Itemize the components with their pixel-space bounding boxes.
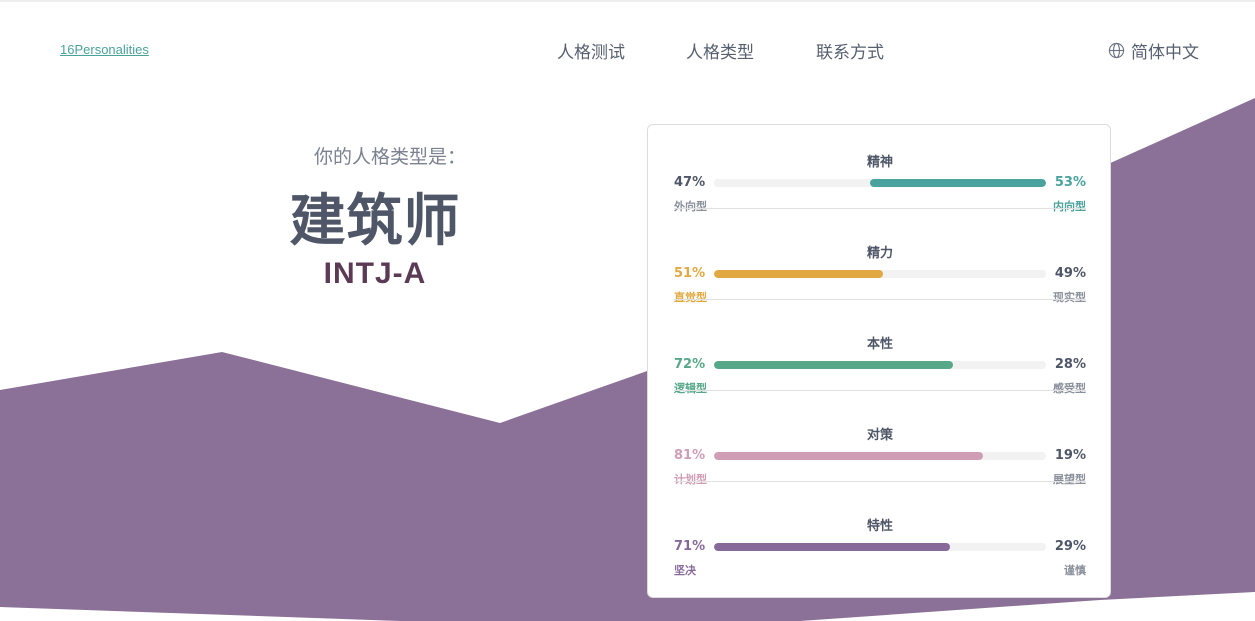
- nav-item-tests[interactable]: 人格测试: [557, 38, 625, 63]
- trait-bar: [714, 452, 1046, 460]
- result-hero: 你的人格类型是： 建筑师 INTJ-A: [250, 142, 500, 291]
- trait-bar: [714, 270, 1046, 278]
- trait-mind: 精神 47% 53% 外向型 内向型: [674, 125, 1086, 215]
- trait-right-label: 展望型: [1053, 473, 1086, 486]
- trait-bar-fill: [714, 452, 983, 460]
- page: 16Personalities 人格测试 人格类型 联系方式 简体中文 你的人格…: [0, 0, 1255, 621]
- trait-card: 精神 47% 53% 外向型 内向型 精力 51% 49% 直觉型 现实型 本性…: [647, 124, 1111, 598]
- trait-bar-fill: [714, 543, 950, 551]
- trait-energy: 精力 51% 49% 直觉型 现实型: [674, 208, 1086, 306]
- trait-right-label: 感受型: [1053, 382, 1086, 395]
- trait-right-label: 现实型: [1053, 291, 1086, 304]
- trait-bar-fill: [714, 270, 884, 278]
- trait-left-label: 坚决: [674, 564, 696, 577]
- main-nav: 人格测试 人格类型 联系方式: [0, 38, 1255, 64]
- trait-right-percent: 49%: [1054, 266, 1086, 281]
- trait-right-percent: 28%: [1054, 357, 1086, 372]
- globe-icon: [1108, 42, 1125, 59]
- trait-left-percent: 71%: [674, 539, 706, 554]
- trait-title: 本性: [866, 337, 893, 352]
- trait-left-label: 外向型: [674, 200, 707, 213]
- trait-right-label: 内向型: [1053, 200, 1086, 213]
- trait-bar: [714, 179, 1046, 187]
- trait-right-label: 谨慎: [1064, 564, 1086, 577]
- trait-title: 特性: [866, 519, 893, 534]
- trait-left-percent: 47%: [674, 175, 706, 190]
- trait-bar: [714, 543, 1046, 551]
- trait-tactics: 对策 81% 19% 计划型 展望型: [674, 390, 1086, 488]
- result-subtitle: 你的人格类型是：: [313, 146, 466, 168]
- trait-right-percent: 19%: [1054, 448, 1086, 463]
- trait-identity: 特性 71% 29% 坚决 谨慎: [674, 481, 1086, 579]
- nav-item-contact[interactable]: 联系方式: [816, 38, 884, 63]
- nav-item-types[interactable]: 人格类型: [686, 38, 754, 63]
- trait-bar-fill: [714, 361, 954, 369]
- trait-left-percent: 72%: [674, 357, 706, 372]
- trait-left-percent: 81%: [674, 448, 706, 463]
- trait-title: 精力: [866, 246, 893, 261]
- language-selector[interactable]: 简体中文: [1108, 38, 1199, 63]
- trait-left-percent: 51%: [674, 266, 706, 281]
- trait-left-label: 计划型: [674, 473, 707, 486]
- language-label: 简体中文: [1131, 43, 1199, 63]
- trait-bar: [714, 361, 1046, 369]
- trait-left-label: 逻辑型: [674, 382, 707, 395]
- trait-title: 精神: [866, 155, 893, 170]
- trait-right-percent: 53%: [1054, 175, 1086, 190]
- trait-left-label: 直觉型: [674, 291, 707, 304]
- trait-title: 对策: [866, 428, 893, 443]
- personality-type-name: 建筑师: [289, 189, 461, 254]
- trait-bar-fill: [870, 179, 1046, 187]
- trait-nature: 本性 72% 28% 逻辑型 感受型: [674, 299, 1086, 397]
- personality-type-code: INTJ-A: [323, 257, 427, 290]
- trait-right-percent: 29%: [1054, 539, 1086, 554]
